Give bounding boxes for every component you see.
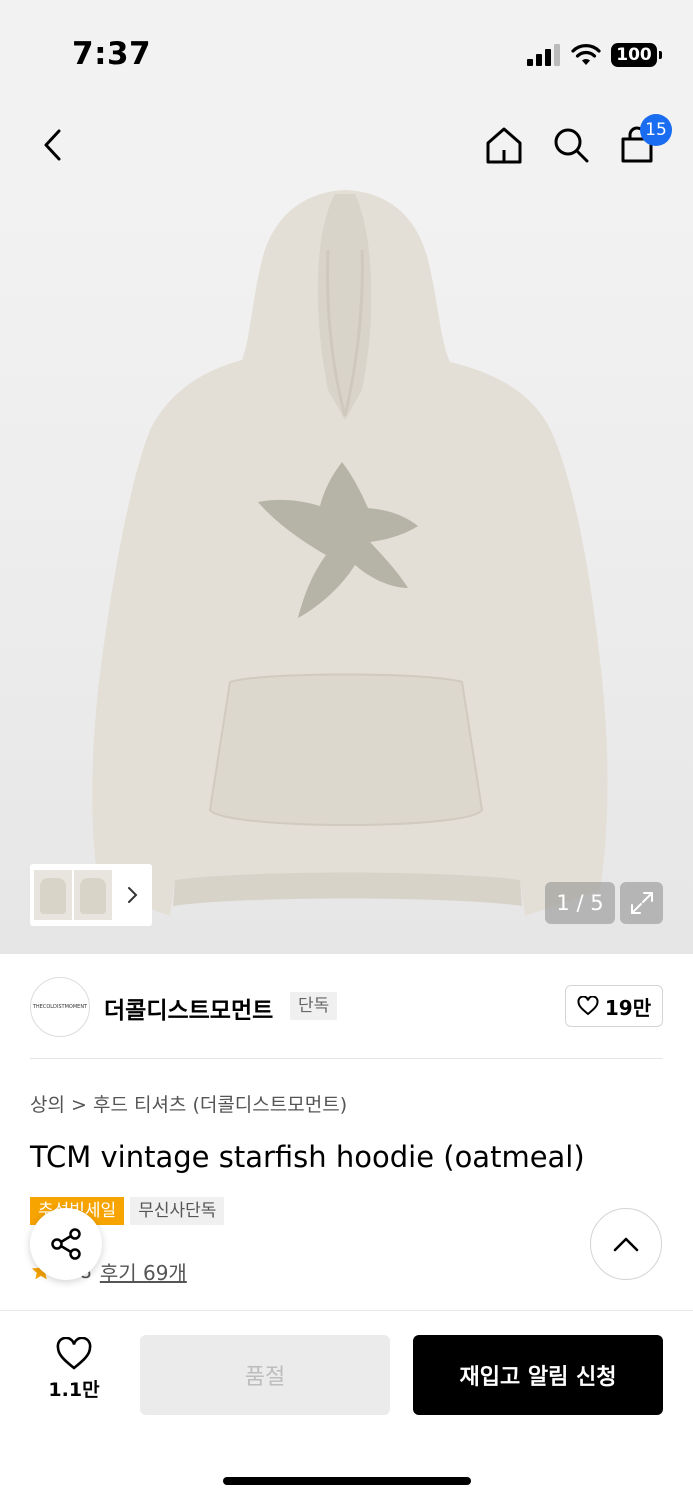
product-title: TCM vintage starfish hoodie (oatmeal) [30, 1140, 585, 1174]
brand-exclusive-tag: 단독 [290, 992, 338, 1020]
home-icon [486, 127, 522, 164]
cart-count-badge: 15 [640, 114, 672, 146]
expand-icon [630, 892, 653, 914]
home-button[interactable] [481, 122, 527, 168]
battery-level: 100 [616, 45, 652, 65]
battery-icon: 100 [611, 43, 662, 67]
chevron-right-icon [128, 887, 138, 903]
heart-icon [577, 996, 599, 1016]
share-icon [51, 1228, 81, 1260]
brand-logo[interactable]: THECOLDISTMOMENT [30, 977, 90, 1037]
search-button[interactable] [548, 122, 594, 168]
restock-alert-button[interactable]: 재입고 알림 신청 [413, 1335, 663, 1415]
thumbnail-image[interactable] [74, 870, 112, 920]
brand-logo-text: THECOLDISTMOMENT [32, 1004, 88, 1010]
brand-like-count: 19만 [604, 995, 652, 1020]
status-bar: 7:37 100 [0, 0, 693, 100]
share-button[interactable] [30, 1208, 102, 1280]
cart-button[interactable]: 15 [614, 114, 672, 168]
heart-icon [56, 1337, 92, 1370]
chevron-up-icon [613, 1237, 639, 1252]
review-count-link[interactable]: 후기 69개 [100, 1257, 187, 1286]
breadcrumb[interactable]: 상의 > 후드 티셔츠 (더콜디스트모먼트) [30, 1090, 347, 1117]
brand-row: THECOLDISTMOMENT 더콜디스트모먼트 단독 19만 [30, 975, 663, 1037]
bottom-action-bar: 1.1만 품절 재입고 알림 신청 [0, 1310, 693, 1501]
chevron-left-icon [44, 129, 61, 161]
back-button[interactable] [30, 122, 76, 168]
status-time: 7:37 [72, 36, 152, 72]
gallery-thumbnail-strip[interactable] [30, 864, 152, 926]
thumbnail-image[interactable] [34, 870, 72, 920]
search-icon [554, 128, 589, 163]
wishlist-button[interactable]: 1.1만 [40, 1337, 108, 1402]
gallery-counter: 1 / 5 [545, 882, 615, 924]
brand-name[interactable]: 더콜디스트모먼트 [104, 991, 273, 1025]
top-nav: 15 [0, 100, 693, 190]
cellular-signal-icon [527, 44, 560, 66]
exclusive-tag: 무신사단독 [130, 1197, 225, 1225]
soldout-button: 품절 [140, 1335, 390, 1415]
hoodie-product-image [92, 190, 608, 916]
home-indicator [223, 1477, 471, 1485]
brand-like-button[interactable]: 19만 [565, 985, 663, 1027]
scroll-top-button[interactable] [590, 1208, 662, 1280]
divider [30, 1058, 663, 1059]
wishlist-count: 1.1만 [48, 1379, 100, 1401]
wifi-icon [571, 44, 601, 65]
product-image-gallery[interactable]: 1 / 5 [0, 190, 693, 954]
fullscreen-button[interactable] [620, 882, 663, 924]
status-icons: 100 [527, 40, 662, 70]
